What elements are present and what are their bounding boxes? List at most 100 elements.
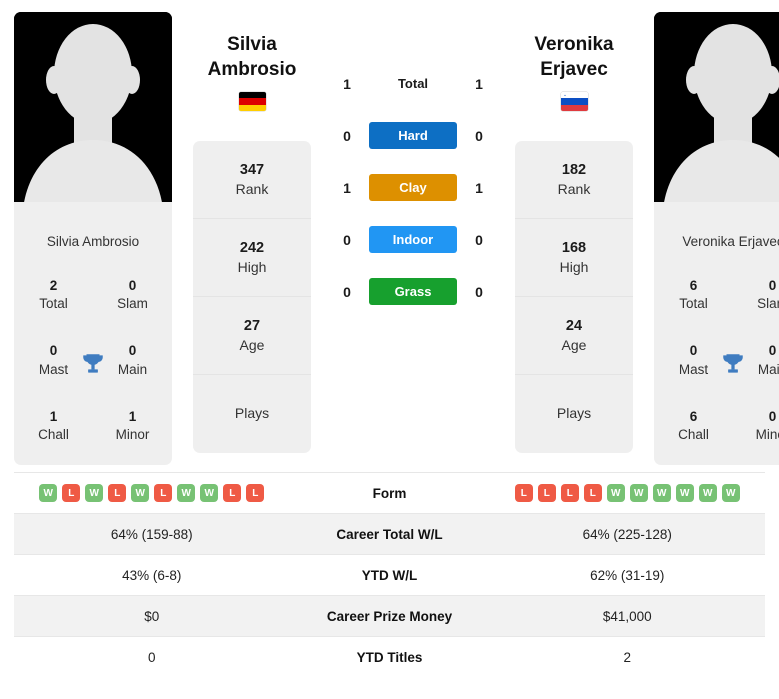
- table-row-label: YTD Titles: [356, 649, 423, 665]
- stat-column-left: Silvia Ambrosio 347 Rank 242 High 27 Age…: [193, 12, 311, 454]
- table-row-career-prize-money: $0 Career Prize Money $41,000: [14, 595, 765, 636]
- h2h-right-value: 0: [475, 231, 483, 248]
- flag-wrap-left: [193, 82, 311, 126]
- player-photo-right: [654, 12, 779, 220]
- form-badge-win: W: [606, 484, 625, 502]
- h2h-row-clay: 1 Clay 1: [332, 174, 494, 201]
- player-card-left[interactable]: Silvia Ambrosio 2 Total 0 Slam 0 Mast 0 …: [14, 12, 172, 465]
- h2h-row-total: 1 Total 1: [332, 70, 494, 97]
- stat-age-left: 27 Age: [193, 297, 311, 376]
- stat-high-left: 242 High: [193, 219, 311, 298]
- form-badge-loss: L: [514, 484, 533, 502]
- stat-value: 182: [561, 161, 587, 178]
- form-strip-right: LLLLWWWWWW: [514, 484, 740, 502]
- title-stat-total-left: 2 Total: [14, 262, 93, 328]
- form-badge-loss: L: [537, 484, 556, 502]
- stat-label: Plays: [234, 405, 270, 422]
- form-badge-win: W: [721, 484, 740, 502]
- title-label: Mast: [678, 361, 709, 377]
- table-cell-left: $0: [144, 608, 160, 624]
- h2h-surface-pill-hard[interactable]: Hard: [369, 122, 457, 149]
- table-row-label: YTD W/L: [361, 567, 418, 583]
- form-badge-loss: L: [560, 484, 579, 502]
- stat-column-right: Veronika Erjavec 182 Rank 168 High 24 Ag…: [515, 12, 633, 454]
- title-label: Slam: [757, 295, 779, 311]
- form-badge-loss: L: [246, 484, 265, 502]
- table-row-form: WLWLWLWWLL Form LLLLWWWWWW: [14, 472, 765, 513]
- titles-grid-right: 6 Total 0 Slam 0 Mast 0 Main 6 Chall: [654, 262, 779, 465]
- table-cell-right: 64% (225-128): [582, 526, 672, 542]
- stat-value: 242: [239, 239, 265, 256]
- player-name-right: Veronika Erjavec: [515, 12, 633, 82]
- table-row-ytd-wl: 43% (6-8) YTD W/L 62% (31-19): [14, 554, 765, 595]
- player-card-right[interactable]: Veronika Erjavec 6 Total 0 Slam 0 Mast 0…: [654, 12, 779, 465]
- flag-germany-icon: [238, 92, 266, 112]
- title-stat-slam-right: 0 Slam: [733, 262, 779, 328]
- table-row-label: Career Total W/L: [336, 526, 443, 542]
- table-row-ytd-titles: 0 YTD Titles 2: [14, 636, 765, 677]
- title-label: Total: [39, 295, 68, 311]
- title-value: 0: [128, 277, 137, 293]
- flag-wrap-right: [515, 82, 633, 126]
- form-badge-win: W: [652, 484, 671, 502]
- form-badge-win: W: [85, 484, 104, 502]
- title-label: Main: [117, 361, 148, 377]
- title-value: 0: [49, 343, 58, 359]
- h2h-right-value: 0: [475, 283, 483, 300]
- table-cell-right: 2: [623, 649, 631, 665]
- stat-plays-left: Plays: [193, 375, 311, 453]
- stat-rank-right: 182 Rank: [515, 141, 633, 220]
- title-stat-minor-right: 0 Minor: [733, 393, 779, 459]
- titles-grid-left: 2 Total 0 Slam 0 Mast 0 Main 1 Chall 1 M…: [14, 262, 172, 465]
- title-label: Slam: [117, 295, 148, 311]
- title-value: 1: [128, 408, 137, 424]
- trophy-icon: [83, 353, 103, 373]
- player-name-line1: Veronika: [534, 34, 614, 55]
- table-row-career-total-wl: 64% (159-88) Career Total W/L 64% (225-1…: [14, 513, 765, 554]
- title-stat-chall-left: 1 Chall: [14, 393, 93, 459]
- head-to-head-panel: 1 Total 1 0 Hard 0 1 Clay 1 0 Indoor 0 0…: [332, 12, 494, 305]
- h2h-row-grass: 0 Grass 0: [332, 278, 494, 305]
- h2h-left-value: 0: [343, 283, 351, 300]
- title-label: Main: [757, 361, 779, 377]
- form-strip-left: WLWLWLWWLL: [39, 484, 265, 502]
- stat-value: 168: [561, 239, 587, 256]
- comparison-header: Silvia Ambrosio 2 Total 0 Slam 0 Mast 0 …: [0, 0, 779, 472]
- form-badge-win: W: [698, 484, 717, 502]
- title-label: Chall: [38, 427, 69, 443]
- title-stat-chall-right: 6 Chall: [654, 393, 733, 459]
- title-label: Minor: [115, 427, 150, 443]
- stat-label: High: [559, 259, 589, 275]
- form-badge-win: W: [39, 484, 58, 502]
- h2h-surface-pill-indoor[interactable]: Indoor: [369, 226, 457, 253]
- h2h-surface-pill-grass[interactable]: Grass: [369, 278, 457, 305]
- form-badge-loss: L: [108, 484, 127, 502]
- title-stat-minor-left: 1 Minor: [93, 393, 172, 459]
- table-cell-left: 0: [147, 649, 156, 665]
- title-value: 0: [128, 343, 137, 359]
- form-badge-win: W: [629, 484, 648, 502]
- title-label: Minor: [755, 427, 779, 443]
- h2h-right-value: 1: [475, 75, 483, 92]
- title-label: Total: [679, 295, 708, 311]
- avatar-silhouette-icon: [654, 12, 779, 220]
- h2h-left-value: 1: [343, 179, 351, 196]
- stat-rank-left: 347 Rank: [193, 141, 311, 220]
- trophy-icon: [723, 353, 743, 373]
- player-name-line1: Silvia: [227, 34, 277, 55]
- title-value: 6: [689, 277, 698, 293]
- stat-label: Plays: [556, 405, 592, 422]
- h2h-left-value: 1: [343, 75, 351, 92]
- form-badge-loss: L: [62, 484, 81, 502]
- stat-plays-right: Plays: [515, 375, 633, 453]
- stat-label: High: [237, 259, 267, 275]
- player-name-line2: Ambrosio: [207, 59, 297, 81]
- title-label: Mast: [38, 361, 69, 377]
- stat-box-left: 347 Rank 242 High 27 Age Plays: [193, 141, 311, 454]
- avatar-silhouette-icon: [14, 12, 172, 220]
- h2h-surface-pill-clay[interactable]: Clay: [369, 174, 457, 201]
- form-badge-loss: L: [583, 484, 602, 502]
- player-photo-caption-left: Silvia Ambrosio: [46, 234, 140, 249]
- table-row-label: Career Prize Money: [326, 608, 453, 624]
- title-stat-total-right: 6 Total: [654, 262, 733, 328]
